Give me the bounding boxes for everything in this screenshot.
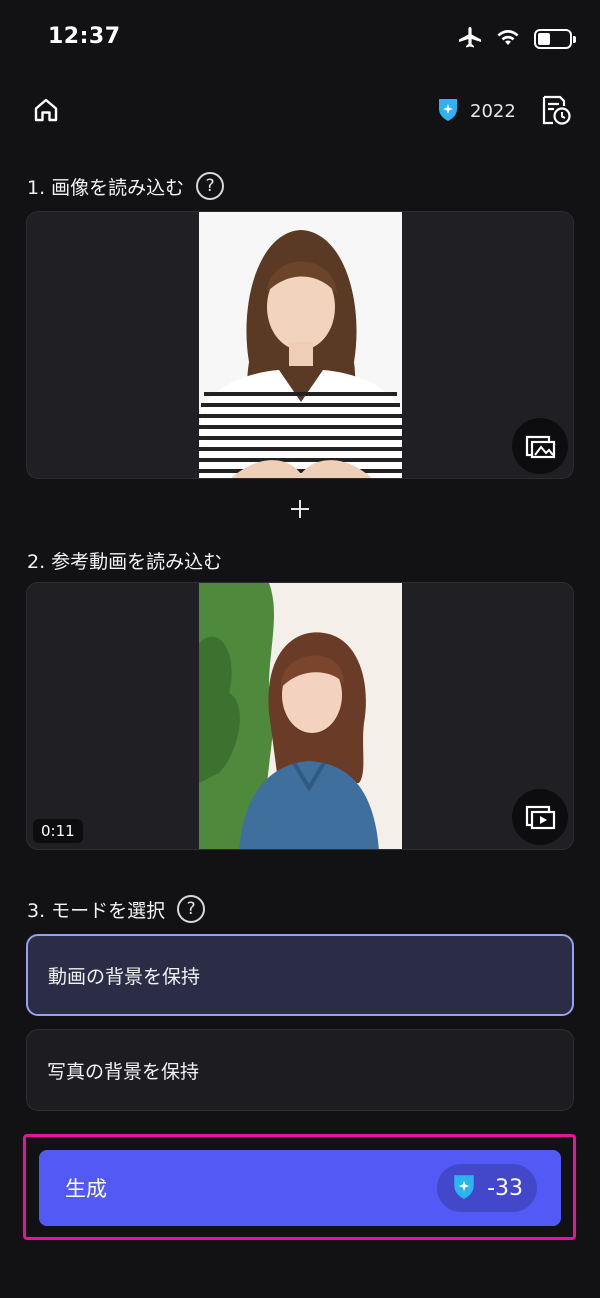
step3-heading: 3. モードを選択 ? xyxy=(27,895,206,923)
credits-value: 2022 xyxy=(470,100,516,122)
step1-title: 1. 画像を読み込む xyxy=(27,176,185,199)
video-swap-icon xyxy=(525,805,556,830)
battery-icon xyxy=(534,29,576,49)
step1-heading: 1. 画像を読み込む ? xyxy=(27,172,225,200)
credits-display[interactable]: 2022 xyxy=(436,96,516,126)
airplane-mode-icon xyxy=(458,26,482,52)
step3-help-icon[interactable]: ? xyxy=(177,895,206,923)
step2-heading: 2. 参考動画を読み込む xyxy=(27,547,222,574)
video-upload-card[interactable]: 0:11 xyxy=(26,582,574,850)
history-icon xyxy=(542,95,571,125)
image-swap-icon xyxy=(525,435,556,459)
status-icons xyxy=(458,26,576,52)
generate-button[interactable]: 生成 -33 xyxy=(39,1150,561,1226)
plus-icon xyxy=(288,497,312,521)
wifi-icon xyxy=(496,28,520,50)
video-duration-badge: 0:11 xyxy=(33,819,83,843)
cost-value: -33 xyxy=(487,1175,523,1201)
home-button[interactable] xyxy=(30,94,62,126)
step3-title: 3. モードを選択 xyxy=(27,899,166,922)
mode-option-keep-video-background[interactable]: 動画の背景を保持 xyxy=(26,934,574,1016)
cost-badge: -33 xyxy=(437,1164,537,1212)
uploaded-image xyxy=(199,212,402,478)
home-icon xyxy=(34,98,58,122)
step2-title: 2. 参考動画を読み込む xyxy=(27,551,223,573)
credit-shield-icon xyxy=(451,1172,477,1204)
generate-label: 生成 xyxy=(65,1177,107,1201)
status-time: 12:37 xyxy=(48,24,121,49)
mode-option-label: 写真の背景を保持 xyxy=(47,1060,200,1083)
credit-shield-icon xyxy=(436,96,460,126)
status-bar: 12:37 xyxy=(0,0,600,70)
change-image-button[interactable] xyxy=(512,418,568,474)
change-video-button[interactable] xyxy=(512,789,568,845)
mode-option-keep-photo-background[interactable]: 写真の背景を保持 xyxy=(26,1029,574,1111)
step1-help-icon[interactable]: ? xyxy=(196,172,225,200)
history-button[interactable] xyxy=(538,92,574,128)
reference-video-thumbnail xyxy=(199,583,402,849)
image-upload-card[interactable] xyxy=(26,211,574,479)
mode-option-label: 動画の背景を保持 xyxy=(48,965,201,988)
